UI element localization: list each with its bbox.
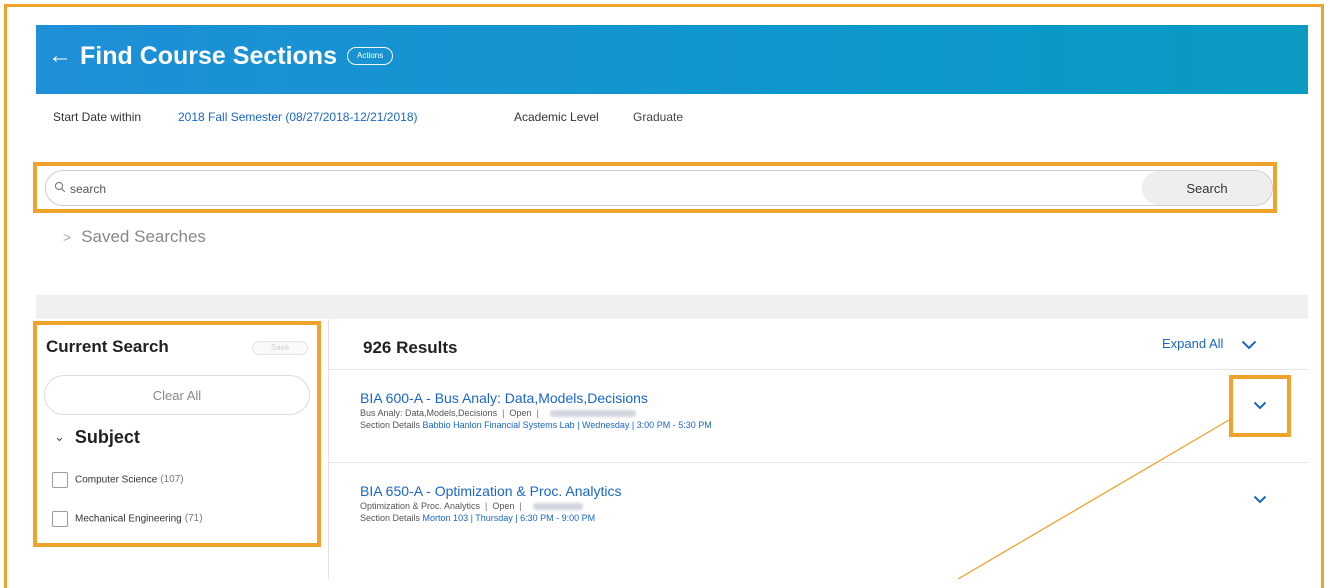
results-divider bbox=[329, 462, 1308, 463]
column-divider bbox=[328, 319, 329, 579]
search-button[interactable]: Search bbox=[1142, 171, 1272, 205]
facet-computer-science[interactable]: Computer Science (107) bbox=[52, 471, 184, 489]
section-divider-band bbox=[36, 295, 1308, 319]
result-status: Open bbox=[509, 408, 532, 418]
chevron-down-icon[interactable] bbox=[1253, 401, 1267, 410]
chevron-down-icon[interactable] bbox=[1253, 495, 1267, 504]
actions-button[interactable]: Actions bbox=[347, 47, 394, 65]
result-title-link[interactable]: BIA 650-A - Optimization & Proc. Analyti… bbox=[360, 483, 1180, 500]
clear-all-button[interactable]: Clear All bbox=[44, 375, 310, 415]
results-count: 926 Results bbox=[363, 338, 458, 357]
section-details-label: Section Details bbox=[360, 420, 421, 430]
result-course-name: Bus Analy: Data,Models,Decisions bbox=[360, 408, 498, 418]
result-title-link[interactable]: BIA 600-A - Bus Analy: Data,Models,Decis… bbox=[360, 390, 1180, 407]
result-summary: Optimization & Proc. Analytics | Open | bbox=[360, 500, 1180, 512]
search-input[interactable] bbox=[70, 180, 1130, 197]
section-details-label: Section Details bbox=[360, 513, 421, 523]
facet-mechanical-engineering[interactable]: Mechanical Engineering (71) bbox=[52, 510, 203, 528]
arrow-left-icon[interactable]: ← bbox=[48, 41, 72, 71]
chevron-right-icon: > bbox=[63, 229, 72, 245]
find-course-sections-page: ← Find Course Sections Actions Start Dat… bbox=[33, 25, 1308, 579]
result-status: Open bbox=[492, 501, 515, 511]
page-title: Find Course Sections bbox=[80, 42, 337, 70]
search-bar: Search bbox=[45, 170, 1273, 206]
result-section-details: Section Details Morton 103 | Thursday | … bbox=[360, 512, 1180, 524]
facet-checkbox[interactable] bbox=[52, 471, 68, 488]
facet-count: (71) bbox=[184, 513, 203, 525]
subject-facet-toggle[interactable]: ⌄ Subject bbox=[54, 427, 140, 448]
page-header: ← Find Course Sections Actions bbox=[36, 25, 1308, 94]
result-item: BIA 650-A - Optimization & Proc. Analyti… bbox=[360, 483, 1180, 524]
academic-level-label: Academic Level bbox=[514, 110, 599, 124]
current-search-title: Current Search bbox=[46, 337, 169, 356]
redacted-instructor bbox=[549, 410, 636, 418]
result-course-name: Optimization & Proc. Analytics bbox=[360, 501, 481, 511]
expand-all-label: Expand All bbox=[1162, 336, 1224, 351]
redacted-instructor bbox=[532, 503, 583, 511]
start-date-value-link[interactable]: 2018 Fall Semester (08/27/2018-12/21/201… bbox=[178, 109, 418, 125]
saved-searches-toggle[interactable]: > Saved Searches bbox=[63, 226, 206, 248]
chevron-down-icon bbox=[1241, 340, 1257, 349]
save-search-button[interactable]: Save bbox=[252, 341, 308, 355]
result-summary: Bus Analy: Data,Models,Decisions | Open | bbox=[360, 407, 1180, 419]
expand-all-button[interactable]: Expand All bbox=[1162, 334, 1257, 354]
result-item: BIA 600-A - Bus Analy: Data,Models,Decis… bbox=[360, 390, 1180, 431]
section-details-value[interactable]: Babbio Hanlon Financial Systems Lab | We… bbox=[423, 420, 712, 430]
subject-facet-title: Subject bbox=[74, 427, 140, 447]
facet-label: Computer Science bbox=[75, 474, 158, 486]
results-divider bbox=[329, 369, 1308, 370]
section-details-value[interactable]: Morton 103 | Thursday | 6:30 PM - 9:00 P… bbox=[423, 513, 596, 523]
academic-level-value: Graduate bbox=[633, 110, 684, 124]
start-date-label: Start Date within bbox=[53, 110, 142, 124]
facet-checkbox[interactable] bbox=[52, 510, 68, 527]
saved-searches-label: Saved Searches bbox=[81, 227, 206, 246]
result-section-details: Section Details Babbio Hanlon Financial … bbox=[360, 419, 1180, 431]
chevron-down-icon: ⌄ bbox=[54, 429, 65, 444]
facet-label: Mechanical Engineering bbox=[75, 513, 182, 525]
search-icon bbox=[54, 181, 66, 193]
facet-count: (107) bbox=[160, 474, 184, 486]
